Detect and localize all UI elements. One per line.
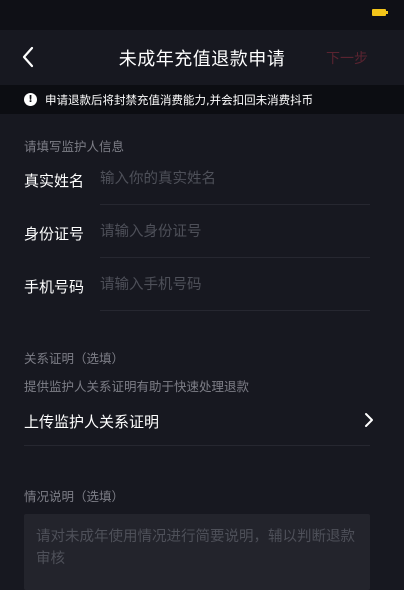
notice-banner: ! 申请退款后将封禁充值消费能力,并会扣回未消费抖币 bbox=[0, 85, 404, 114]
relationship-hint: 提供监护人关系证明有助于快速处理退款 bbox=[24, 379, 250, 394]
divider bbox=[24, 445, 370, 446]
id-number-input[interactable] bbox=[100, 220, 368, 244]
upload-relationship-proof-label: 上传监护人关系证明 bbox=[24, 413, 160, 431]
situation-description-textarea[interactable] bbox=[24, 514, 370, 590]
real-name-input[interactable] bbox=[100, 167, 368, 191]
divider bbox=[100, 257, 370, 258]
phone-number-input[interactable] bbox=[100, 273, 368, 297]
battery-icon bbox=[372, 9, 388, 16]
status-bar bbox=[0, 0, 404, 30]
chevron-right-icon bbox=[365, 413, 373, 427]
guardian-section-label: 请填写监护人信息 bbox=[24, 139, 125, 154]
phone-number-label: 手机号码 bbox=[24, 278, 85, 296]
upload-relationship-proof-row[interactable]: 上传监护人关系证明 bbox=[0, 395, 404, 445]
real-name-label: 真实姓名 bbox=[24, 172, 85, 190]
situation-section-label: 情况说明（选填） bbox=[24, 489, 125, 504]
next-step-button[interactable]: 下一步 bbox=[326, 48, 368, 68]
exclamation-circle-icon: ! bbox=[24, 93, 37, 106]
divider bbox=[100, 310, 370, 311]
id-number-label: 身份证号 bbox=[24, 225, 85, 243]
nav-bar: 未成年充值退款申请 下一步 bbox=[0, 30, 404, 85]
notice-text: 申请退款后将封禁充值消费能力,并会扣回未消费抖币 bbox=[45, 93, 314, 107]
relationship-section-label: 关系证明（选填） bbox=[24, 351, 125, 366]
divider bbox=[100, 204, 370, 205]
